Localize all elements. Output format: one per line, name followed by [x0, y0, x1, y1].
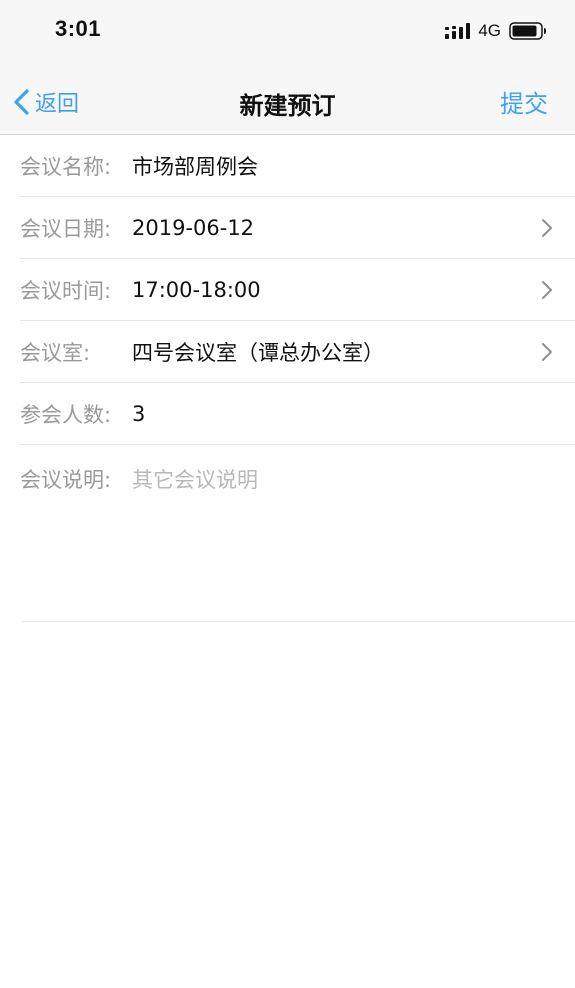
network-type: 4G — [478, 21, 501, 40]
meeting-description-label: 会议说明: — [20, 468, 112, 492]
chevron-right-icon — [542, 281, 552, 299]
form-row-meeting-date[interactable]: 会议日期: 2019-06-12 — [20, 197, 575, 259]
page-title: 新建预订 — [239, 92, 336, 120]
signal-bars-icon — [445, 23, 471, 39]
submit-button[interactable]: 提交 — [500, 84, 548, 119]
attendee-count-label: 参会人数: — [20, 402, 112, 427]
attendee-count-value[interactable]: 3 — [132, 402, 145, 426]
booking-form: 会议名称: 市场部周例会 会议日期: 2019-06-12 会议时间: 17:0… — [0, 135, 575, 622]
meeting-name-value[interactable]: 市场部周例会 — [132, 151, 258, 181]
status-bar: 3:01 4G — [0, 0, 575, 64]
header-area: 3:01 4G 返回 新建预订 提交 — [0, 0, 575, 135]
status-indicators: 4G — [444, 20, 547, 42]
meeting-time-label: 会议时间: — [20, 278, 112, 303]
meeting-room-value: 四号会议室（谭总办公室） — [132, 340, 384, 365]
meeting-date-value: 2019-06-12 — [132, 215, 255, 240]
meeting-description-input[interactable]: 其它会议说明 — [132, 464, 258, 494]
screen: 3:01 4G 返回 新建预订 提交 会议名称: 市场部周例会 会议日期: 20… — [0, 0, 575, 988]
navigation-bar: 返回 新建预订 提交 — [0, 70, 575, 134]
meeting-time-value: 17:00-18:00 — [132, 277, 261, 302]
meeting-date-label: 会议日期: — [20, 216, 112, 241]
form-row-attendee-count[interactable]: 参会人数: 3 — [20, 383, 575, 445]
form-row-meeting-time[interactable]: 会议时间: 17:00-18:00 — [20, 259, 575, 321]
status-time: 3:01 — [55, 16, 102, 41]
form-row-meeting-description[interactable]: 会议说明: 其它会议说明 — [20, 445, 575, 622]
form-row-meeting-room[interactable]: 会议室: 四号会议室（谭总办公室） — [20, 321, 575, 383]
meeting-name-label: 会议名称: — [20, 154, 112, 179]
form-row-meeting-name[interactable]: 会议名称: 市场部周例会 — [20, 135, 575, 197]
chevron-right-icon — [542, 343, 552, 361]
battery-icon — [509, 22, 546, 40]
meeting-room-label: 会议室: — [20, 340, 91, 365]
chevron-right-icon — [542, 219, 552, 237]
